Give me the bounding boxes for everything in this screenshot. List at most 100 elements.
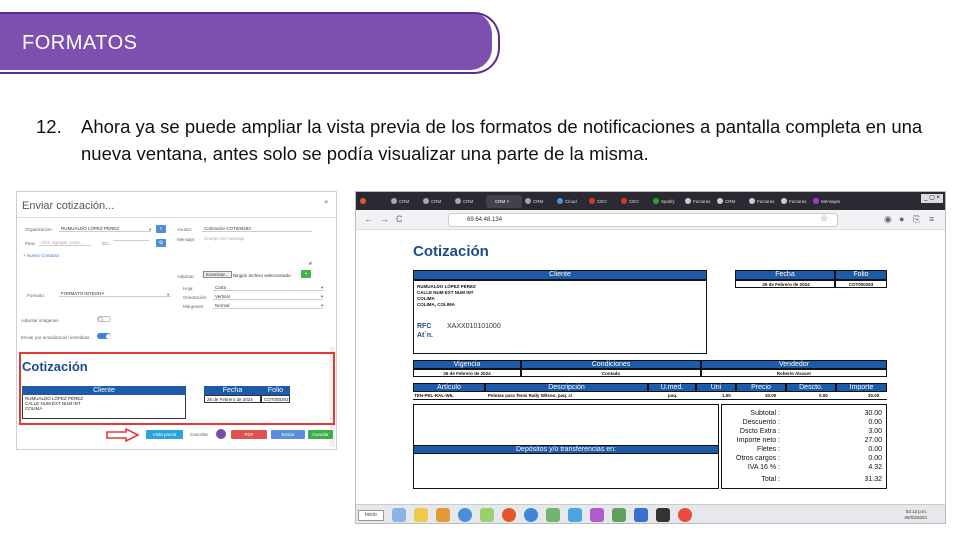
add-cc-button[interactable]: ⚙ (156, 239, 166, 247)
browser-tab[interactable]: CRM (454, 195, 484, 208)
send-button[interactable]: Enviar (271, 430, 305, 439)
media-icon[interactable] (436, 508, 450, 522)
folder-icon[interactable] (414, 508, 428, 522)
browser-tab[interactable]: Spotify (652, 195, 682, 208)
chevron-down-icon[interactable]: ▾ (321, 294, 323, 300)
shield-icon[interactable]: ◉ (884, 214, 892, 225)
formato-select[interactable]: FORMATO INTEGRA (59, 291, 171, 297)
total-label: Subtotal : (750, 410, 780, 417)
org-label: Organización: (25, 227, 53, 232)
orientation-select[interactable]: Vertical (213, 294, 323, 300)
chrome-icon[interactable] (524, 508, 538, 522)
start-button[interactable]: Inicio (358, 510, 384, 521)
slide: FORMATOS 12. Ahora ya se puede ampliar l… (0, 0, 960, 540)
browser-tab[interactable]: Facturas (684, 195, 714, 208)
cc-input[interactable] (113, 240, 149, 241)
browser-tab[interactable]: Facturas (780, 195, 810, 208)
terminal-icon[interactable] (656, 508, 670, 522)
search-button[interactable]: ⌕ (156, 225, 166, 233)
vigencia-value: 26 de Febrero de 2024 (443, 371, 491, 376)
browser-tab[interactable]: CRM (422, 195, 452, 208)
para-input[interactable]: Click agregar conta... (39, 240, 91, 246)
app-icon[interactable] (634, 508, 648, 522)
total-value: 0.00 (868, 455, 882, 462)
back-icon[interactable]: ← (364, 214, 373, 224)
browser-tab[interactable]: CRM (524, 195, 554, 208)
preview-title: Cotización (22, 359, 88, 374)
cliente-line: RUMUALDO LÓPEZ PÉREZ (417, 284, 476, 289)
browser-tab[interactable]: CEO (620, 195, 650, 208)
browser-tab[interactable]: CEO (588, 195, 618, 208)
account-icon[interactable]: ● (899, 214, 904, 224)
condiciones-value: Contado (601, 371, 621, 376)
pdf-button[interactable]: PDF (231, 430, 267, 439)
rfc-value: XAXX010101000 (447, 323, 501, 330)
total-label: Total : (761, 476, 780, 483)
app-icon[interactable] (678, 508, 692, 522)
upload-button[interactable]: + (301, 270, 311, 278)
browse-button[interactable]: Examinar... (203, 271, 232, 278)
vendedor-cell: Roberto Alcacer (701, 369, 887, 377)
chevron-down-icon[interactable]: ▾ (167, 292, 169, 298)
slide-title: FORMATOS (22, 32, 138, 54)
chevron-down-icon[interactable]: ▾ (321, 303, 323, 309)
bookmark-star-icon[interactable]: ☆ (820, 213, 828, 224)
menu-icon[interactable]: ≡ (929, 214, 934, 224)
cliente-header: Cliente (413, 270, 707, 280)
rfc-label: RFC (417, 323, 432, 330)
cliente-line: COLIMA, COLIMA (417, 302, 455, 307)
forward-icon[interactable]: → (380, 214, 389, 224)
extensions-icon[interactable]: ⎘ (913, 214, 920, 225)
firefox-icon[interactable] (502, 508, 516, 522)
asunto-label: Asunto: (177, 227, 193, 232)
images-toggle[interactable] (97, 316, 111, 322)
items-header-precio: Precio (736, 383, 786, 392)
save-button[interactable]: Guardar (308, 430, 333, 439)
item-number: 12. (36, 116, 62, 137)
browser-tab-active[interactable]: CRM × (486, 195, 522, 208)
skype-icon[interactable] (568, 508, 582, 522)
new-contact-link[interactable]: + Nuevo Contacto (23, 253, 59, 258)
vendedor-header: Vendedor (701, 360, 887, 369)
taskbar: Inicio 03:13 p.m. 06/03/2024 (356, 504, 945, 523)
item-importe: 30.00 (868, 393, 880, 398)
preview-button[interactable]: Vista previa (146, 430, 183, 439)
chevron-down-icon[interactable]: ▾ (321, 285, 323, 291)
url-bar[interactable]: 69.64.48.134 (448, 213, 838, 227)
browser-icon[interactable] (458, 508, 472, 522)
browser-tab[interactable]: CRM (716, 195, 746, 208)
explorer-icon[interactable] (392, 508, 406, 522)
browser-tab[interactable]: Facturas (748, 195, 778, 208)
app-icon[interactable] (590, 508, 604, 522)
network-icon[interactable] (612, 508, 626, 522)
browser-tab[interactable]: Mensajes (812, 195, 842, 208)
window-controls[interactable]: _ ▢ × (921, 194, 943, 203)
item-articulo: TEN-PEL-RAL-WIL (414, 393, 454, 398)
cancel-button[interactable]: Cancelar (190, 432, 208, 437)
asunto-input[interactable]: Cotización COT000263 (202, 226, 312, 232)
chevron-down-icon[interactable]: ▾ (149, 227, 151, 233)
condiciones-cell: Contado (521, 369, 701, 377)
close-icon[interactable]: × (324, 200, 328, 206)
resize-handle-icon[interactable]: ◢ (308, 260, 311, 266)
total-value: 30.00 (864, 410, 882, 417)
margins-select[interactable]: Normal (213, 303, 323, 309)
preview-cliente-box: RUMUALDO LÓPEZ PÉREZ CALLE NUM EXT NUM I… (22, 395, 186, 419)
margins-label: Márgenes: (183, 304, 205, 309)
firefox-menu-icon[interactable] (358, 195, 368, 208)
app-icon[interactable] (480, 508, 494, 522)
browser-tab[interactable]: CRM (390, 195, 420, 208)
reload-icon[interactable]: C (396, 214, 403, 224)
hoja-select[interactable]: Carta (213, 285, 323, 291)
org-select[interactable]: RUMUALDO LÓPEZ PÉREZ (59, 226, 151, 232)
excel-icon[interactable] (546, 508, 560, 522)
cliente-line: CALLE NUM EXT NUM INT (417, 290, 474, 295)
browser-tab[interactable]: Cloud (556, 195, 586, 208)
arrow-right-icon (106, 428, 140, 442)
folio-value: COT000263 (848, 282, 874, 287)
avatar[interactable] (216, 429, 226, 439)
clock[interactable]: 03:13 p.m. 06/03/2024 (904, 509, 927, 521)
thumbs-toggle[interactable] (97, 333, 111, 339)
mensaje-textarea[interactable]: Cuerpo del mensaje (202, 236, 312, 241)
total-value: 27.00 (864, 437, 882, 444)
